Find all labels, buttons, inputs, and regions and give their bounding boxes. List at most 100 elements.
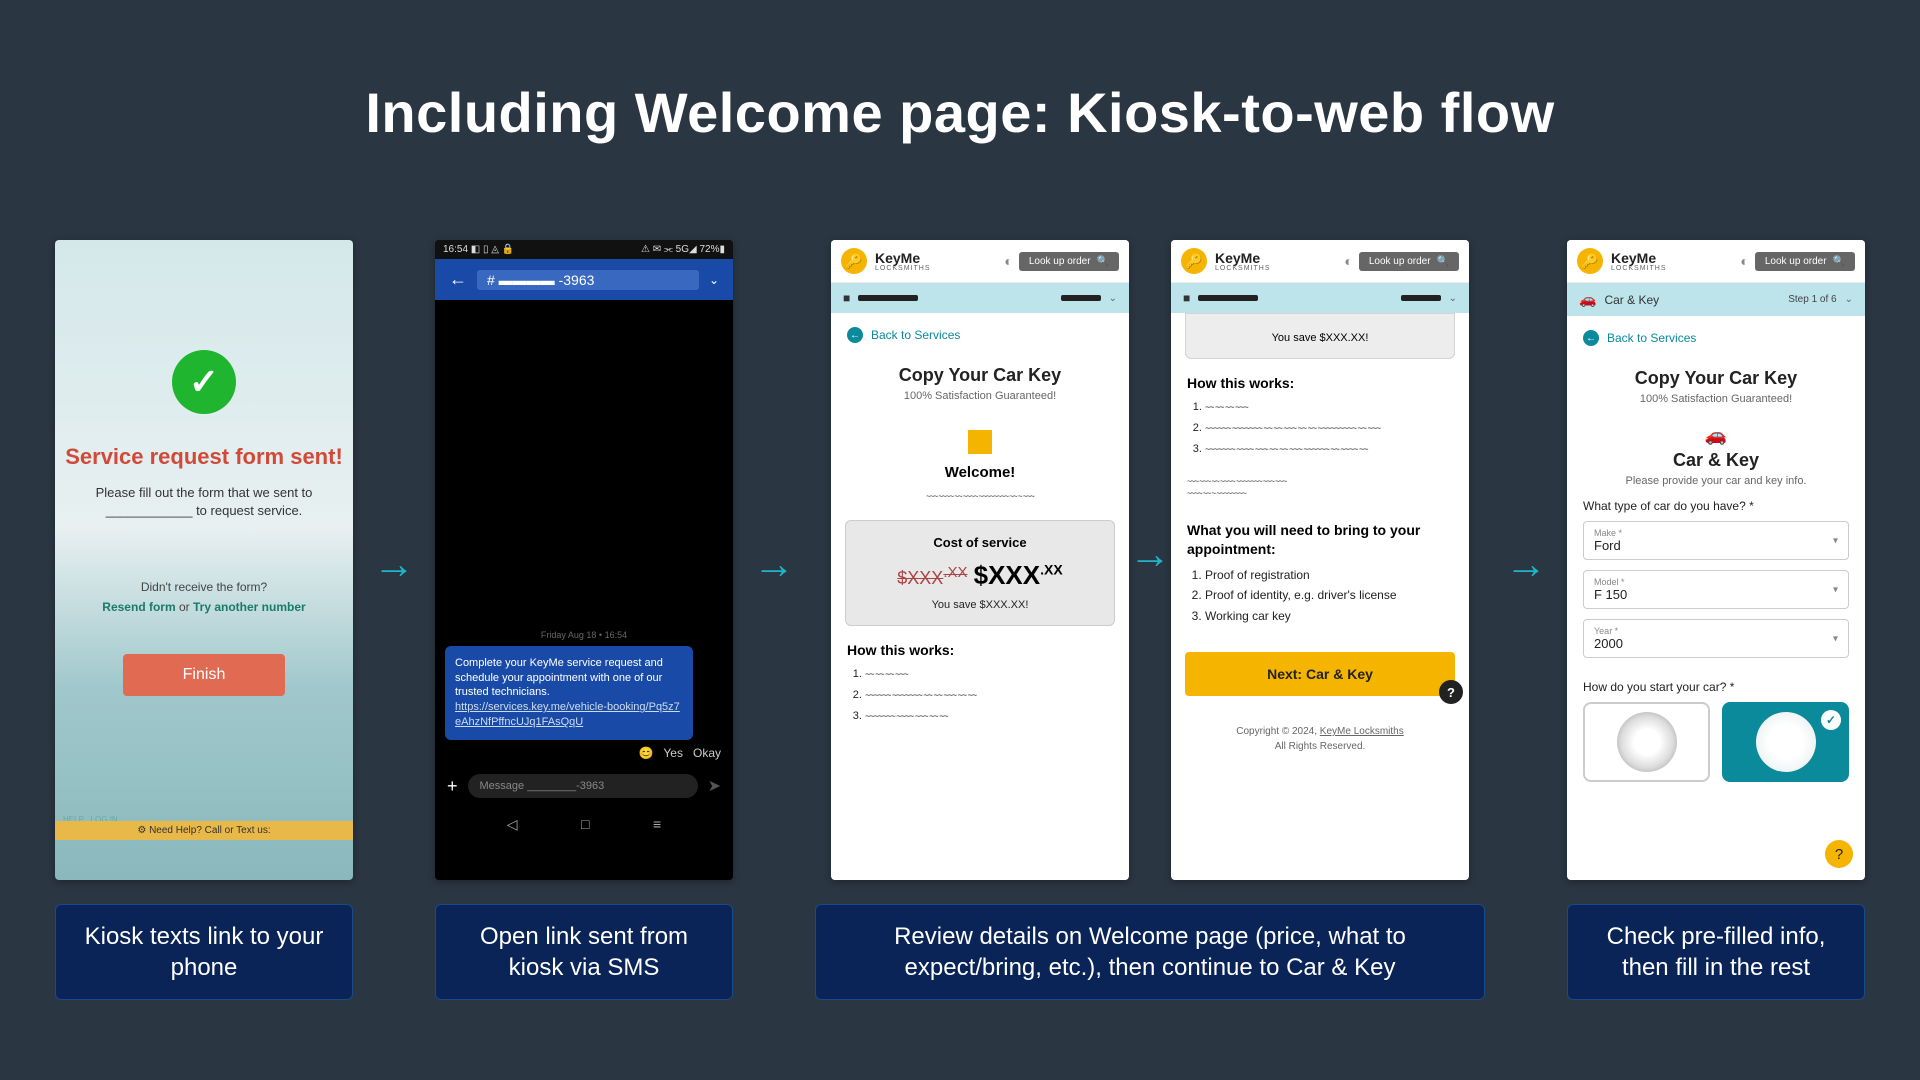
- phone-status-bar: 16:54 ◧ ▯ ◬ 🔒⚠ ✉ ⫘ 5G◢ 72%▮: [435, 240, 733, 259]
- keyme-logo-icon: 🔑: [1181, 248, 1207, 274]
- dark-mode-icon[interactable]: ◐: [1344, 253, 1352, 269]
- arrow-icon: →: [1505, 540, 1547, 588]
- blurred-text: ~~~ ~~~ ~~ ~~~~ ~~~~~~~ ~~~ ~~~~~~~ ~~ ~…: [1171, 470, 1469, 508]
- chevron-down-icon: ▾: [1833, 633, 1838, 644]
- new-price: $XXX.XX: [974, 560, 1063, 590]
- plus-icon[interactable]: +: [447, 776, 458, 797]
- reply-okay[interactable]: Okay: [693, 746, 721, 760]
- step-3-4: 🔑 KeyMeLOCKSMITHS ◐ Look up order 🔍 ■ ⌄ …: [815, 240, 1485, 1000]
- message-input[interactable]: Message ________-3963: [468, 774, 698, 798]
- kiosk-noreceive: Didn't receive the form?: [141, 580, 267, 594]
- start-car-question: How do you start your car? *: [1567, 668, 1865, 702]
- make-select[interactable]: Make *Ford▾: [1583, 521, 1849, 560]
- progress-bar: ■ ⌄: [1171, 283, 1469, 313]
- help-icon[interactable]: ?: [1825, 840, 1853, 868]
- android-nav: ◁ □ ≡: [435, 806, 733, 843]
- start-option-push[interactable]: ✓: [1722, 702, 1849, 782]
- progress-bar: ■ ⌄: [831, 283, 1129, 313]
- search-icon: 🔍: [1437, 256, 1449, 267]
- start-options: ✓: [1567, 702, 1865, 782]
- emoji-icon[interactable]: 😊: [638, 746, 653, 760]
- sms-quick-replies: 😊 Yes Okay: [435, 740, 733, 766]
- section-title: Car & Key: [1567, 450, 1865, 471]
- kiosk-paragraph: Please fill out the form that we sent to…: [55, 484, 353, 520]
- start-option-key[interactable]: [1583, 702, 1710, 782]
- step-1: ✓ Service request form sent! Please fill…: [55, 240, 353, 1000]
- keyme-logo-icon: 🔑: [1577, 248, 1603, 274]
- car-icon: 🚗: [1567, 425, 1865, 446]
- back-to-services-link[interactable]: ←Back to Services: [831, 313, 1129, 357]
- how-heading: How this works:: [831, 626, 1129, 664]
- kiosk-help-bar: ⚙ Need Help? Call or Text us:: [55, 821, 353, 840]
- kiosk-screenshot: ✓ Service request form sent! Please fill…: [55, 240, 353, 880]
- nav-back-icon[interactable]: ◁: [507, 816, 518, 833]
- help-icon[interactable]: ?: [1439, 680, 1463, 704]
- nav-home-icon[interactable]: □: [581, 816, 589, 833]
- how-heading: How this works:: [1171, 359, 1469, 397]
- step-5: 🔑 KeyMeLOCKSMITHS ◐ Look up order 🔍 🚗 Ca…: [1567, 240, 1865, 1000]
- satisfaction-text: 100% Satisfaction Guaranteed!: [831, 390, 1129, 402]
- sms-link[interactable]: https://services.key.me/vehicle-booking/…: [455, 701, 680, 728]
- chevron-down-icon[interactable]: ⌄: [1109, 293, 1117, 304]
- how-list: ~~ ~~ ~~ ~~~ ~~~~~~ ~~~~~~~ ~~ ~~ ~~~ ~~…: [1171, 397, 1469, 460]
- next-button[interactable]: Next: Car & Key?: [1185, 652, 1455, 696]
- back-circle-icon: ←: [847, 327, 863, 343]
- model-select[interactable]: Model *F 150▾: [1583, 570, 1849, 609]
- car-key-form-screenshot: 🔑 KeyMeLOCKSMITHS ◐ Look up order 🔍 🚗 Ca…: [1567, 240, 1865, 880]
- slide-title: Including Welcome page: Kiosk-to-web flo…: [0, 0, 1920, 145]
- back-arrow-icon[interactable]: ←: [449, 269, 467, 290]
- lookup-order-button[interactable]: Look up order 🔍: [1359, 252, 1459, 271]
- flow-diagram: ✓ Service request form sent! Please fill…: [55, 240, 1865, 1000]
- dark-mode-icon[interactable]: ◐: [1004, 253, 1012, 269]
- reply-yes[interactable]: Yes: [663, 746, 683, 760]
- old-price: $XXX.XX: [897, 568, 967, 588]
- key-ignition-image: [1617, 712, 1677, 772]
- try-other-link[interactable]: Try another number: [193, 600, 306, 614]
- search-icon: 🔍: [1833, 256, 1845, 267]
- nav-recent-icon[interactable]: ≡: [653, 816, 661, 833]
- bring-heading: What you will need to bring to your appo…: [1171, 507, 1469, 565]
- welcome-bottom-screenshot: 🔑 KeyMeLOCKSMITHS ◐ Look up order 🔍 ■ ⌄ …: [1171, 240, 1469, 880]
- chevron-down-icon[interactable]: ⌄: [1449, 293, 1457, 304]
- lookup-order-button[interactable]: Look up order 🔍: [1755, 252, 1855, 271]
- savings-text: You save $XXX.XX!: [860, 599, 1100, 611]
- web-header: 🔑 KeyMeLOCKSMITHS ◐ Look up order 🔍: [1567, 240, 1865, 283]
- token-icon: [968, 430, 992, 454]
- check-icon: ✓: [1821, 710, 1841, 730]
- caption-3-4: Review details on Welcome page (price, w…: [815, 904, 1485, 1000]
- sms-bubble: Complete your KeyMe service request and …: [445, 646, 693, 740]
- sms-header: ← # ▬▬▬▬ -3963 ⌄: [435, 259, 733, 300]
- how-list: ~~ ~~ ~~ ~~~ ~~~~~~ ~~~~~~~ ~~ ~~ ~~~ ~~…: [831, 664, 1129, 727]
- arrow-icon: →: [373, 540, 415, 588]
- check-icon: ✓: [172, 350, 236, 414]
- resend-link[interactable]: Resend form: [102, 600, 175, 614]
- welcome-blurred-text: ~~~ ~~~~ ~~ ~~~~ ~~~~~~~~ ~~ ~ ~~~: [831, 491, 1129, 504]
- chevron-down-icon[interactable]: ⌄: [709, 273, 719, 287]
- sms-input-bar: + Message ________-3963 ➤: [435, 766, 733, 806]
- save-box-partial: You save $XXX.XX!: [1185, 313, 1455, 359]
- lookup-order-button[interactable]: Look up order 🔍: [1019, 252, 1119, 271]
- keyme-logo-icon: 🔑: [841, 248, 867, 274]
- back-to-services-link[interactable]: ←Back to Services: [1567, 316, 1865, 360]
- push-start-image: [1756, 712, 1816, 772]
- arrow-icon: →: [1129, 530, 1171, 578]
- section-sub: Please provide your car and key info.: [1567, 475, 1865, 487]
- caption-2: Open link sent from kiosk via SMS: [435, 904, 733, 1000]
- copyright: Copyright © 2024, KeyMe LocksmithsAll Ri…: [1171, 724, 1469, 754]
- year-select[interactable]: Year *2000▾: [1583, 619, 1849, 658]
- caption-1: Kiosk texts link to your phone: [55, 904, 353, 1000]
- chevron-down-icon: ▾: [1833, 584, 1838, 595]
- home-icon: ■: [843, 291, 850, 305]
- progress-bar: 🚗 Car & Key Step 1 of 6 ⌄: [1567, 283, 1865, 316]
- send-icon[interactable]: ➤: [708, 776, 721, 796]
- finish-button[interactable]: Finish: [123, 654, 286, 696]
- chevron-down-icon[interactable]: ⌄: [1845, 294, 1853, 305]
- sms-number: # ▬▬▬▬ -3963: [477, 270, 699, 290]
- sms-screenshot: 16:54 ◧ ▯ ◬ 🔒⚠ ✉ ⫘ 5G◢ 72%▮ ← # ▬▬▬▬ -39…: [435, 240, 733, 880]
- arrow-icon: →: [753, 540, 795, 588]
- kiosk-links: Resend form or Try another number: [102, 600, 305, 614]
- sms-date: Friday Aug 18 • 16:54: [435, 630, 733, 640]
- caption-5: Check pre-filled info, then fill in the …: [1567, 904, 1865, 1000]
- dark-mode-icon[interactable]: ◐: [1740, 253, 1748, 269]
- search-icon: 🔍: [1097, 256, 1109, 267]
